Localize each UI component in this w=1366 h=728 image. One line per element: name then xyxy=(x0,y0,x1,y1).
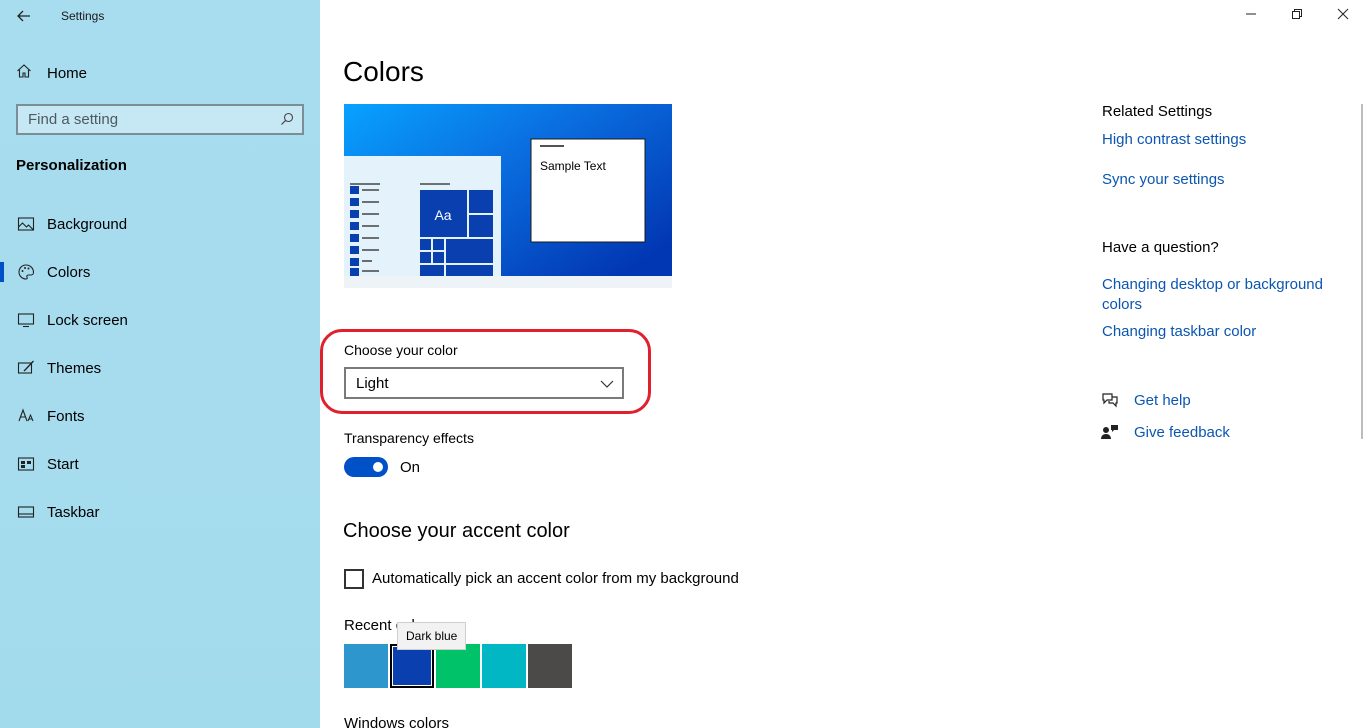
monitor-icon xyxy=(17,311,35,329)
give-feedback-link[interactable]: Give feedback xyxy=(1100,421,1230,443)
high-contrast-link[interactable]: High contrast settings xyxy=(1102,131,1246,148)
color-preview: Aa Sample Text xyxy=(344,104,672,288)
minimize-button[interactable] xyxy=(1228,4,1274,28)
minimize-icon xyxy=(1245,7,1257,25)
scrollbar[interactable] xyxy=(1361,104,1363,439)
auto-accent-checkbox[interactable] xyxy=(344,569,364,589)
windows-colors-label: Windows colors xyxy=(344,715,450,728)
picture-icon xyxy=(17,215,35,233)
sidebar-item-start[interactable]: Start xyxy=(0,444,320,484)
give-feedback-label: Give feedback xyxy=(1134,423,1230,441)
accent-heading: Choose your accent color xyxy=(343,520,570,542)
color-tooltip: Dark blue xyxy=(397,622,467,650)
font-icon xyxy=(17,407,35,425)
search-placeholder: Find a setting xyxy=(28,111,119,128)
auto-accent-label: Automatically pick an accent color from … xyxy=(372,570,739,587)
transparency-label: Transparency effects xyxy=(344,430,474,446)
sidebar-item-lock-screen[interactable]: Lock screen xyxy=(0,300,320,340)
color-swatch[interactable] xyxy=(344,644,388,688)
search-icon[interactable] xyxy=(280,112,294,126)
question-heading: Have a question? xyxy=(1102,239,1219,256)
sync-settings-link[interactable]: Sync your settings xyxy=(1102,171,1225,188)
color-swatch[interactable] xyxy=(528,644,572,688)
search-input[interactable]: Find a setting xyxy=(16,104,304,135)
chevron-down-icon xyxy=(600,377,614,389)
get-help-link[interactable]: Get help xyxy=(1100,389,1191,411)
help-chat-icon xyxy=(1100,390,1120,410)
window-title: Settings xyxy=(61,9,105,23)
related-settings-heading: Related Settings xyxy=(1102,103,1213,120)
sidebar-item-fonts[interactable]: Fonts xyxy=(0,396,320,436)
preview-sample-text: Sample Text xyxy=(540,159,606,173)
page-title: Colors xyxy=(343,56,424,87)
navigation-pane: Settings Home Find a setting Personaliza… xyxy=(0,0,320,728)
color-swatch[interactable] xyxy=(482,644,526,688)
nav-section-title: Personalization xyxy=(16,157,127,174)
taskbar-icon xyxy=(17,503,35,521)
palette-icon xyxy=(17,263,35,281)
restore-button[interactable] xyxy=(1274,4,1320,28)
transparency-state: On xyxy=(400,459,421,476)
color-swatch[interactable] xyxy=(436,644,480,688)
desktop-colors-link[interactable]: Changing desktop or background colors xyxy=(1102,275,1342,315)
transparency-toggle[interactable] xyxy=(344,457,388,477)
sidebar-item-label: Themes xyxy=(47,359,102,377)
sidebar-item-label: Colors xyxy=(47,263,91,281)
sidebar-item-colors[interactable]: Colors xyxy=(0,252,320,292)
sidebar-item-label: Lock screen xyxy=(47,311,128,329)
nav-home[interactable]: Home xyxy=(16,62,87,84)
start-grid-icon xyxy=(17,455,35,473)
sidebar-item-label: Start xyxy=(47,455,79,473)
sidebar-item-label: Fonts xyxy=(47,407,85,425)
sidebar-item-taskbar[interactable]: Taskbar xyxy=(0,492,320,532)
home-icon xyxy=(16,63,32,84)
close-button[interactable] xyxy=(1320,4,1366,28)
sidebar-item-themes[interactable]: Themes xyxy=(0,348,320,388)
brush-icon xyxy=(17,359,35,377)
restore-icon xyxy=(1291,7,1303,25)
preview-tile-text: Aa xyxy=(434,207,451,223)
color-mode-value: Light xyxy=(356,375,389,392)
sidebar-item-label: Taskbar xyxy=(47,503,100,521)
sidebar-item-label: Background xyxy=(47,215,128,233)
get-help-label: Get help xyxy=(1134,391,1191,409)
selected-indicator xyxy=(0,262,4,282)
color-swatch-selected[interactable] xyxy=(390,644,434,688)
toggle-knob xyxy=(373,462,383,472)
choose-color-label: Choose your color xyxy=(344,342,458,358)
home-label: Home xyxy=(47,64,88,82)
sidebar-item-background[interactable]: Background xyxy=(0,204,320,244)
back-arrow-icon[interactable] xyxy=(14,6,34,26)
feedback-icon xyxy=(1100,422,1120,442)
color-mode-dropdown[interactable]: Light xyxy=(344,367,624,399)
taskbar-color-link[interactable]: Changing taskbar color xyxy=(1102,323,1256,340)
close-icon xyxy=(1337,7,1349,25)
